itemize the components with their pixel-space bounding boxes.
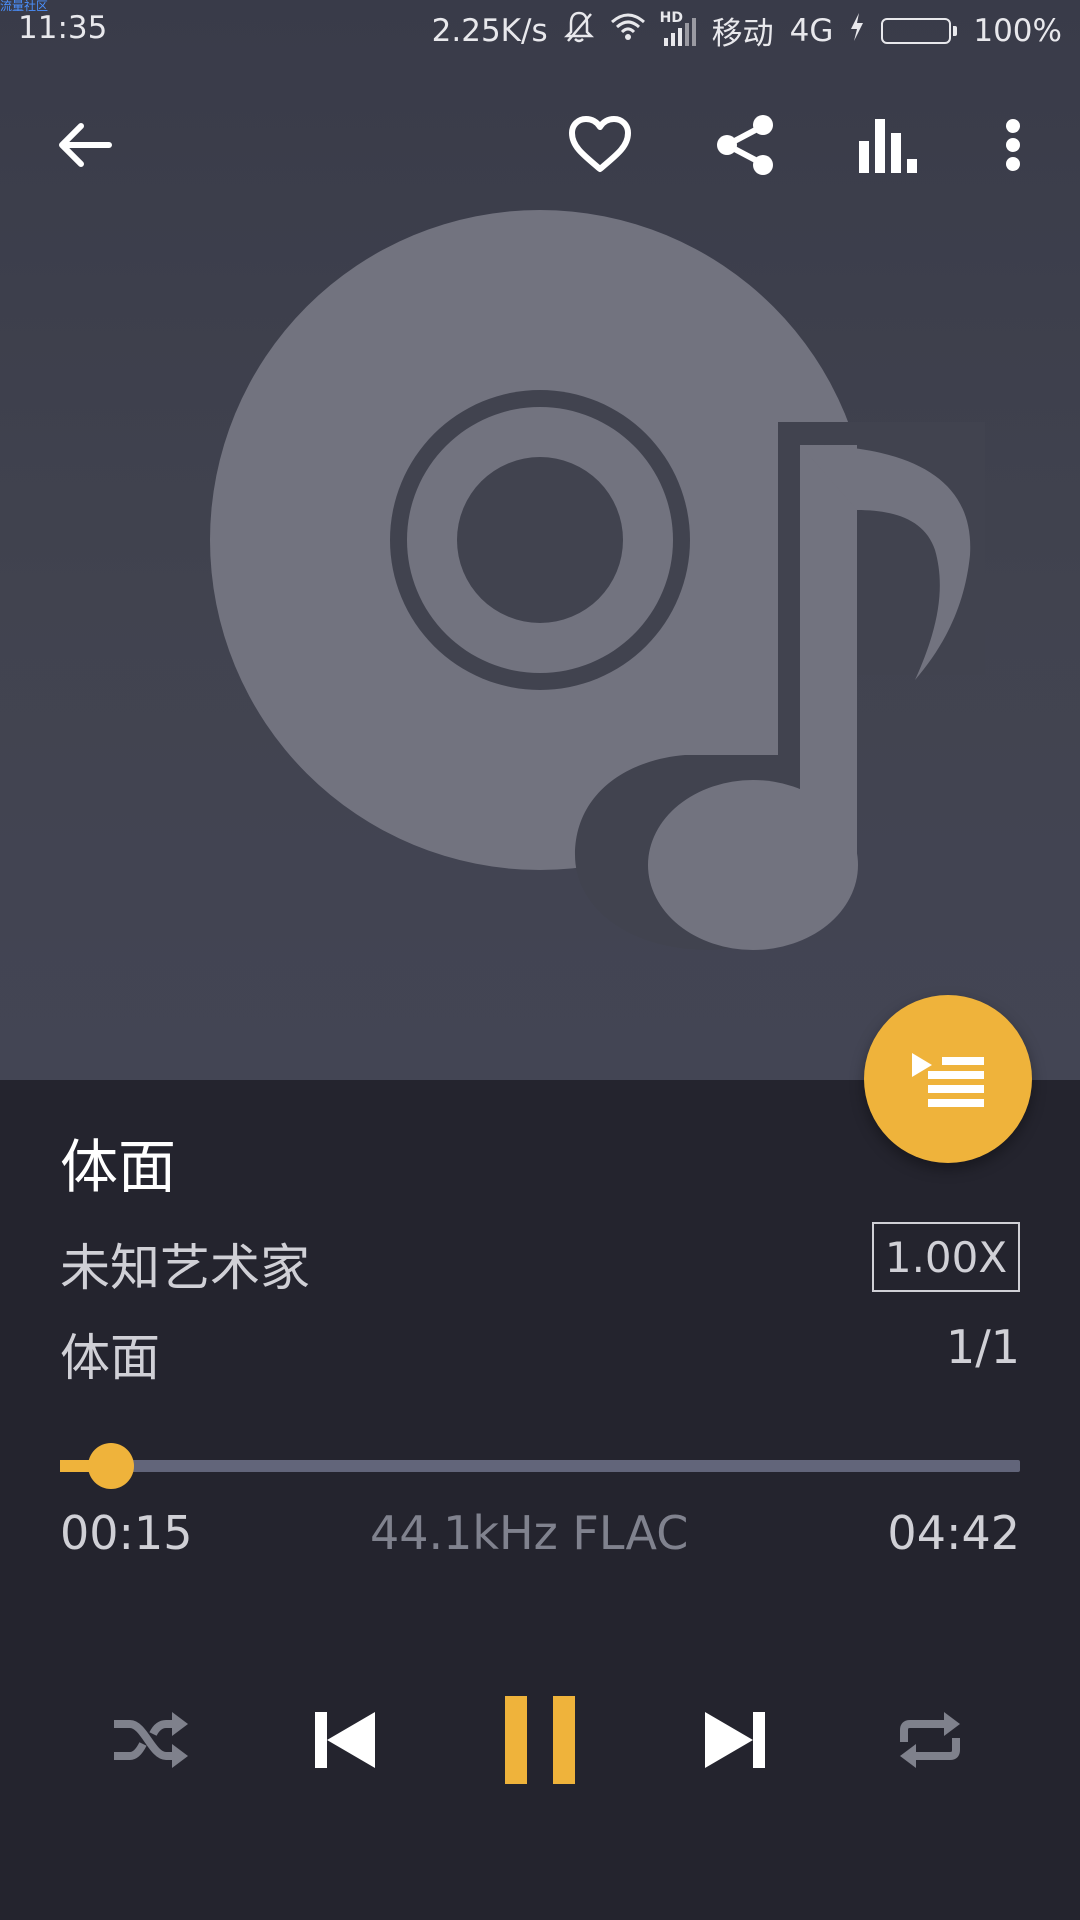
- wifi-icon: [610, 12, 646, 50]
- album-art: [205, 205, 985, 959]
- net-speed: 2.25K/s: [431, 12, 548, 49]
- share-icon: [717, 115, 773, 175]
- current-time: 00:15: [60, 1506, 193, 1560]
- pause-button[interactable]: [490, 1690, 590, 1790]
- heart-outline-icon: [569, 116, 631, 172]
- equalizer-icon: [859, 119, 917, 173]
- charging-icon: [849, 12, 865, 50]
- skip-previous-icon: [315, 1712, 375, 1768]
- track-count: 1/1: [945, 1320, 1020, 1374]
- audio-format: 44.1kHz FLAC: [370, 1506, 689, 1560]
- skip-next-icon: [705, 1712, 765, 1768]
- song-title: 体面: [60, 1133, 177, 1201]
- arrow-left-icon: [59, 123, 112, 167]
- pause-icon: [505, 1696, 575, 1784]
- bell-mute-icon: [563, 10, 594, 52]
- favorite-button[interactable]: [560, 110, 640, 180]
- playback-speed-button[interactable]: 1.00X: [872, 1222, 1020, 1292]
- status-bar: 11:35 2.25K/s HD 移动 4G 100%: [0, 0, 1080, 60]
- signal-icon: HD: [660, 10, 696, 48]
- carrier: 移动: [711, 16, 774, 52]
- total-time: 04:42: [887, 1506, 1020, 1560]
- network-type: 4G: [789, 12, 834, 49]
- album-name[interactable]: 体面: [60, 1318, 160, 1390]
- share-button[interactable]: [705, 110, 785, 180]
- status-time: 11:35: [18, 10, 108, 46]
- battery-percent: 100%: [973, 12, 1062, 49]
- shuffle-icon: [114, 1712, 188, 1768]
- previous-button[interactable]: [300, 1690, 390, 1790]
- artist-name[interactable]: 未知艺术家: [60, 1228, 310, 1300]
- next-button[interactable]: [690, 1690, 780, 1790]
- seek-thumb[interactable]: [87, 1443, 134, 1489]
- battery-icon: [881, 17, 958, 44]
- disc-music-note-icon: [210, 210, 985, 950]
- queue-play-icon: [912, 1053, 984, 1107]
- repeat-icon: [900, 1712, 960, 1768]
- playlist-button[interactable]: [864, 995, 1032, 1163]
- seek-bar[interactable]: [60, 1443, 1020, 1489]
- back-button[interactable]: [50, 110, 120, 180]
- repeat-button[interactable]: [885, 1690, 975, 1790]
- equalizer-button[interactable]: [848, 110, 928, 180]
- more-vert-icon: [1006, 119, 1020, 171]
- more-button[interactable]: [990, 110, 1036, 180]
- shuffle-button[interactable]: [105, 1690, 195, 1790]
